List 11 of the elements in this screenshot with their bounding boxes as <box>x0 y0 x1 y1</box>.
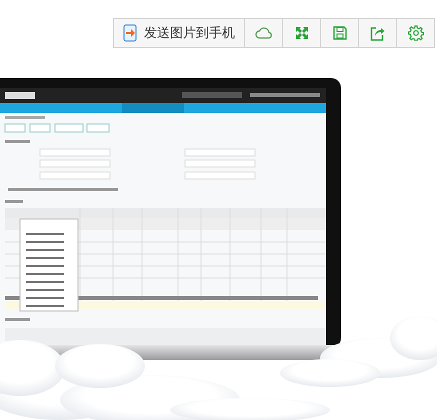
send-to-phone-button[interactable]: 发送图片到手机 <box>113 18 245 48</box>
cloud-button[interactable] <box>245 18 283 48</box>
fullscreen-button[interactable] <box>283 18 321 48</box>
share-icon <box>370 26 385 40</box>
settings-icon <box>408 25 424 41</box>
save-icon <box>332 26 346 40</box>
share-button[interactable] <box>359 18 397 48</box>
cloud-icon <box>254 27 272 39</box>
settings-button[interactable] <box>397 18 435 48</box>
fullscreen-icon <box>294 26 308 40</box>
save-button[interactable] <box>321 18 359 48</box>
